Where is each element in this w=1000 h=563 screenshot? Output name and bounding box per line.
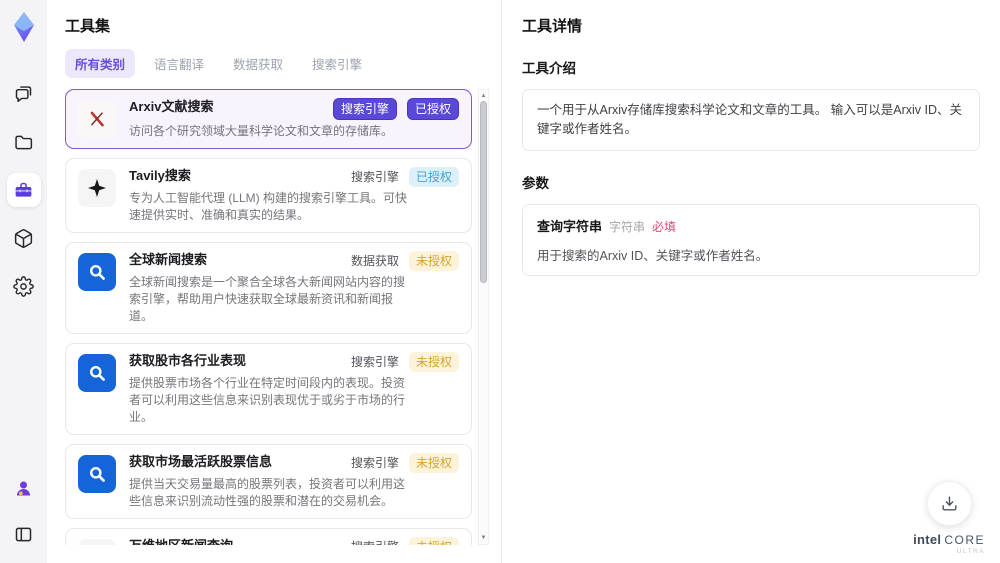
download-icon [942, 495, 957, 511]
parameter-type: 字符串 [609, 219, 646, 234]
panel-toggle-icon[interactable] [7, 517, 41, 551]
auth-status-badge: 未授权 [408, 537, 459, 545]
sidebar-rail [0, 0, 47, 563]
category-badge: 搜索引擎 [332, 98, 397, 120]
tool-card[interactable]: Tavily搜索 搜索引擎 已授权 专为人工智能代理 (LLM) 构建的搜索引擎… [65, 158, 472, 233]
required-badge: 必填 [652, 219, 677, 234]
category-badge: 搜索引擎 [351, 537, 399, 545]
tavily-icon [78, 169, 116, 207]
brand-tier: ULTRA [956, 547, 985, 555]
tool-card[interactable]: 全球新闻搜索 数据获取 未授权 全球新闻搜索是一个聚合全球各大新闻网站内容的搜索… [65, 242, 472, 334]
tools-panel: 工具集 所有类别 语言翻译 数据获取 搜索引擎 Arxiv文献搜索 搜索引擎 已授权 … [47, 0, 502, 563]
auth-status-badge: 未授权 [408, 453, 459, 473]
auth-status-badge: 未授权 [408, 352, 459, 372]
tool-name: 获取市场最活跃股票信息 [129, 454, 273, 469]
cube-icon[interactable] [7, 221, 41, 255]
tool-list: Arxiv文献搜索 搜索引擎 已授权 访问各个研究领域大量科学论文和文章的存储库… [65, 89, 472, 545]
tool-description: 全球新闻搜索是一个聚合全球各大新闻网站内容的搜索引擎，帮助用户快速获取全球最新资… [129, 275, 406, 323]
tool-description: 提供股票市场各个行业在特定时间段内的表现。投资者可以利用这些信息来识别表现优于或… [129, 376, 406, 424]
app-window: 工具集 所有类别 语言翻译 数据获取 搜索引擎 Arxiv文献搜索 搜索引擎 已授权 … [0, 0, 1000, 563]
details-title: 工具详情 [522, 18, 583, 35]
tool-list-viewport: Arxiv文献搜索 搜索引擎 已授权 访问各个研究领域大量科学论文和文章的存储库… [65, 89, 489, 545]
tool-description: 专为人工智能代理 (LLM) 构建的搜索引擎工具。可快速提供实时、准确和真实的结… [129, 191, 408, 222]
intro-section-title: 工具介绍 [522, 61, 576, 76]
scrollbar-thumb[interactable] [480, 101, 487, 283]
settings-icon[interactable] [7, 269, 41, 303]
tool-details-panel: 工具详情 工具介绍 一个用于从Arxiv存储库搜索科学论文和文章的工具。 输入可… [502, 0, 1000, 563]
scroll-up-icon[interactable]: ▲ [481, 93, 487, 99]
category-badge: 搜索引擎 [350, 456, 399, 470]
tab-search[interactable]: 搜索引擎 [302, 49, 372, 78]
tool-intro-text: 一个用于从Arxiv存储库搜索科学论文和文章的工具。 输入可以是Arxiv ID… [522, 89, 980, 151]
user-icon[interactable] [7, 471, 41, 505]
parameter-header: 查询字符串 字符串 必填 [537, 216, 965, 236]
parameter-name: 查询字符串 [537, 218, 603, 234]
scrollbar[interactable]: ▲ ▼ [478, 89, 489, 545]
tool-description: 提供当天交易量最高的股票列表，投资者可以利用这些信息来识别流动性强的股票和潜在的… [129, 477, 406, 508]
auth-status-badge: 已授权 [406, 98, 459, 120]
category-tabs: 所有类别 语言翻译 数据获取 搜索引擎 [65, 49, 489, 78]
category-badge: 搜索引擎 [350, 170, 399, 184]
parameter-card: 查询字符串 字符串 必填 用于搜索的Arxiv ID、关键字或作者姓名。 [522, 203, 980, 276]
download-button[interactable] [926, 480, 972, 526]
arxiv-icon [78, 100, 116, 138]
corner-widgets: intel CORE ULTRA [913, 480, 985, 556]
tool-name: 获取股市各行业表现 [129, 353, 247, 368]
brand-intel: intel [913, 531, 942, 547]
folder-icon[interactable] [7, 125, 41, 159]
parameter-description: 用于搜索的Arxiv ID、关键字或作者姓名。 [537, 248, 769, 263]
auth-status-badge: 未授权 [408, 251, 459, 271]
tool-name: Tavily搜索 [129, 168, 191, 183]
tool-card[interactable]: Arxiv文献搜索 搜索引擎 已授权 访问各个研究领域大量科学论文和文章的存储库… [65, 89, 472, 149]
category-badge: 数据获取 [350, 254, 399, 268]
news-search-icon [78, 253, 116, 291]
tool-name: 全球新闻搜索 [129, 252, 208, 267]
tool-name: 万维地区新闻查询 [129, 537, 233, 545]
rail-bottom [7, 471, 41, 551]
rail-nav [6, 77, 41, 303]
tool-card[interactable]: 获取股市各行业表现 搜索引擎 未授权 提供股票市场各个行业在特定时间段内的表现。… [65, 343, 472, 435]
category-badge: 搜索引擎 [350, 355, 399, 369]
toolbox-icon[interactable] [6, 173, 41, 207]
tool-card[interactable]: 获取市场最活跃股票信息 搜索引擎 未授权 提供当天交易量最高的股票列表，投资者可… [65, 444, 472, 519]
page-title: 工具集 [65, 18, 111, 35]
intel-core-logo: intel CORE ULTRA [913, 533, 985, 556]
news-search-icon [78, 455, 116, 493]
tab-data[interactable]: 数据获取 [223, 49, 293, 78]
tool-name: Arxiv文献搜索 [129, 99, 214, 114]
news-search-icon [78, 354, 116, 392]
tab-all[interactable]: 所有类别 [65, 49, 136, 78]
tool-card[interactable]: 万维地区新闻查询 搜索引擎 未授权 查询具体行政区划内的新闻，快速了解各地新闻动… [65, 528, 472, 545]
params-section-title: 参数 [522, 175, 549, 191]
tab-translate[interactable]: 语言翻译 [144, 49, 214, 78]
scroll-down-icon[interactable]: ▼ [481, 535, 487, 541]
newspaper-icon [78, 539, 116, 545]
chat-icon[interactable] [7, 77, 41, 111]
app-logo[interactable] [8, 11, 40, 43]
auth-status-badge: 已授权 [408, 167, 459, 187]
tool-description: 访问各个研究领域大量科学论文和文章的存储库。 [129, 124, 394, 138]
brand-core: CORE [944, 532, 985, 547]
